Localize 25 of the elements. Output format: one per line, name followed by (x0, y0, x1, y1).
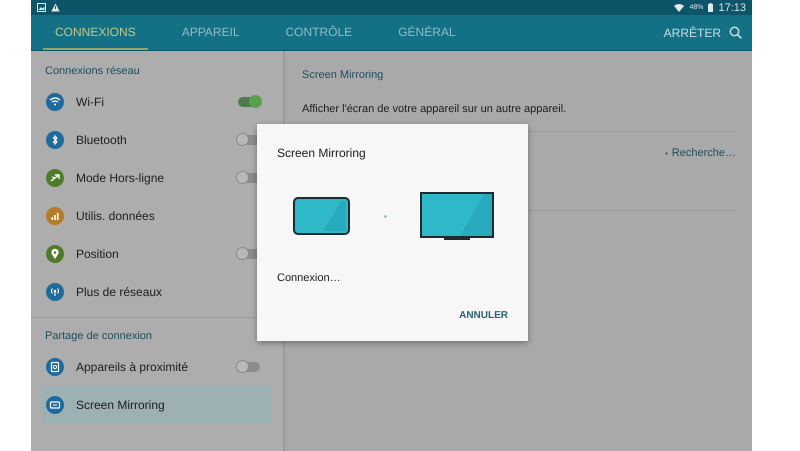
progress-dot-icon (384, 214, 386, 218)
settings-item[interactable]: Plus de réseaux (42, 273, 272, 311)
toggle-switch[interactable] (238, 362, 260, 372)
spinner-icon (664, 152, 668, 154)
image-icon (37, 3, 46, 12)
cancel-button[interactable]: ANNULER (459, 306, 508, 325)
search-status: Recherche… (672, 147, 736, 159)
clock: 17:13 (718, 2, 746, 14)
wifi-icon (674, 3, 684, 12)
tv-icon (420, 192, 494, 240)
settings-item[interactable]: Wi-Fi (42, 83, 272, 121)
settings-item[interactable]: Appareils à proximité (42, 348, 272, 386)
search-icon[interactable] (729, 26, 742, 39)
section-header: Connexions réseau (44, 64, 141, 79)
dialog-message: Connexion… (277, 271, 342, 284)
page-title: Screen Mirroring (302, 68, 384, 83)
section-header: Partage de connexion (44, 329, 154, 344)
settings-item[interactable]: Utilis. données (42, 197, 272, 235)
toggle-switch[interactable] (238, 97, 260, 107)
warning-icon (51, 3, 60, 12)
battery-icon (708, 3, 714, 12)
settings-item[interactable]: Screen Mirroring (42, 386, 272, 424)
stop-button[interactable]: ARRÊTER (656, 15, 729, 50)
tablet-icon (293, 197, 350, 235)
dialog-title: Screen Mirroring (277, 145, 367, 160)
